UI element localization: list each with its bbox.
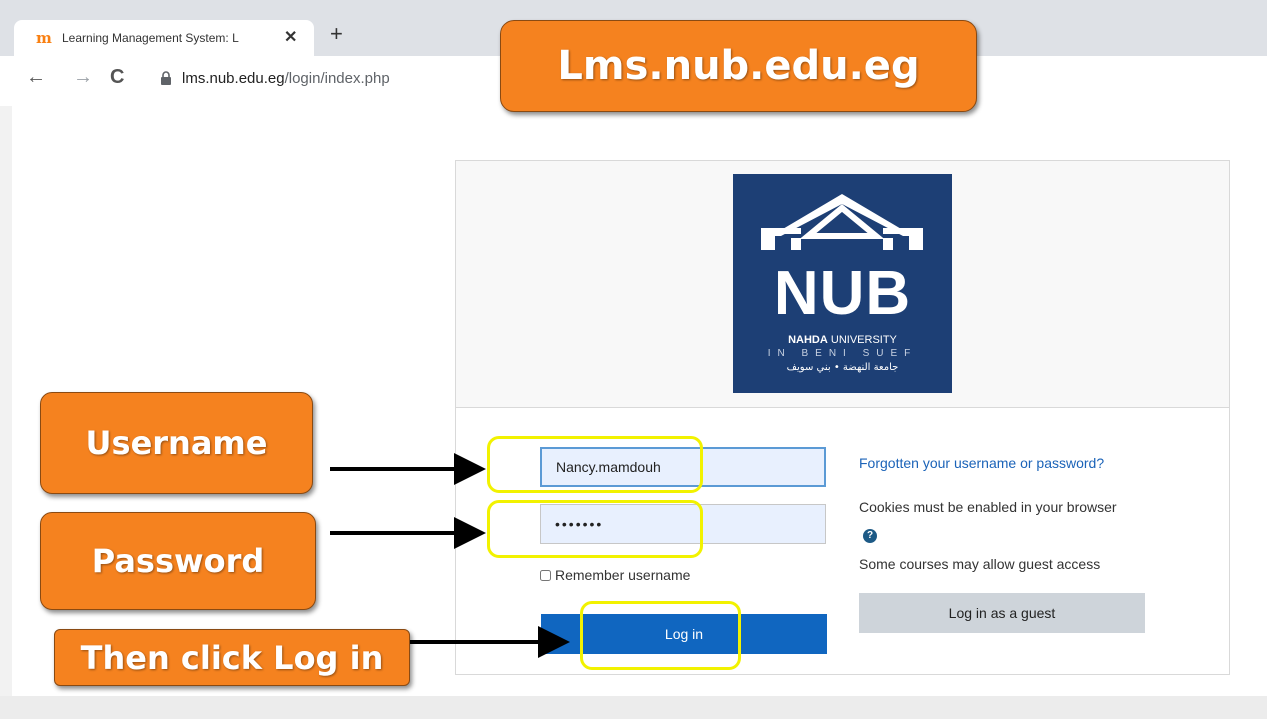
url-callout: Lms.nub.edu.eg (500, 20, 977, 112)
password-callout: Password (40, 512, 316, 610)
username-callout: Username (40, 392, 313, 494)
login-callout: Then click Log in (54, 629, 410, 686)
